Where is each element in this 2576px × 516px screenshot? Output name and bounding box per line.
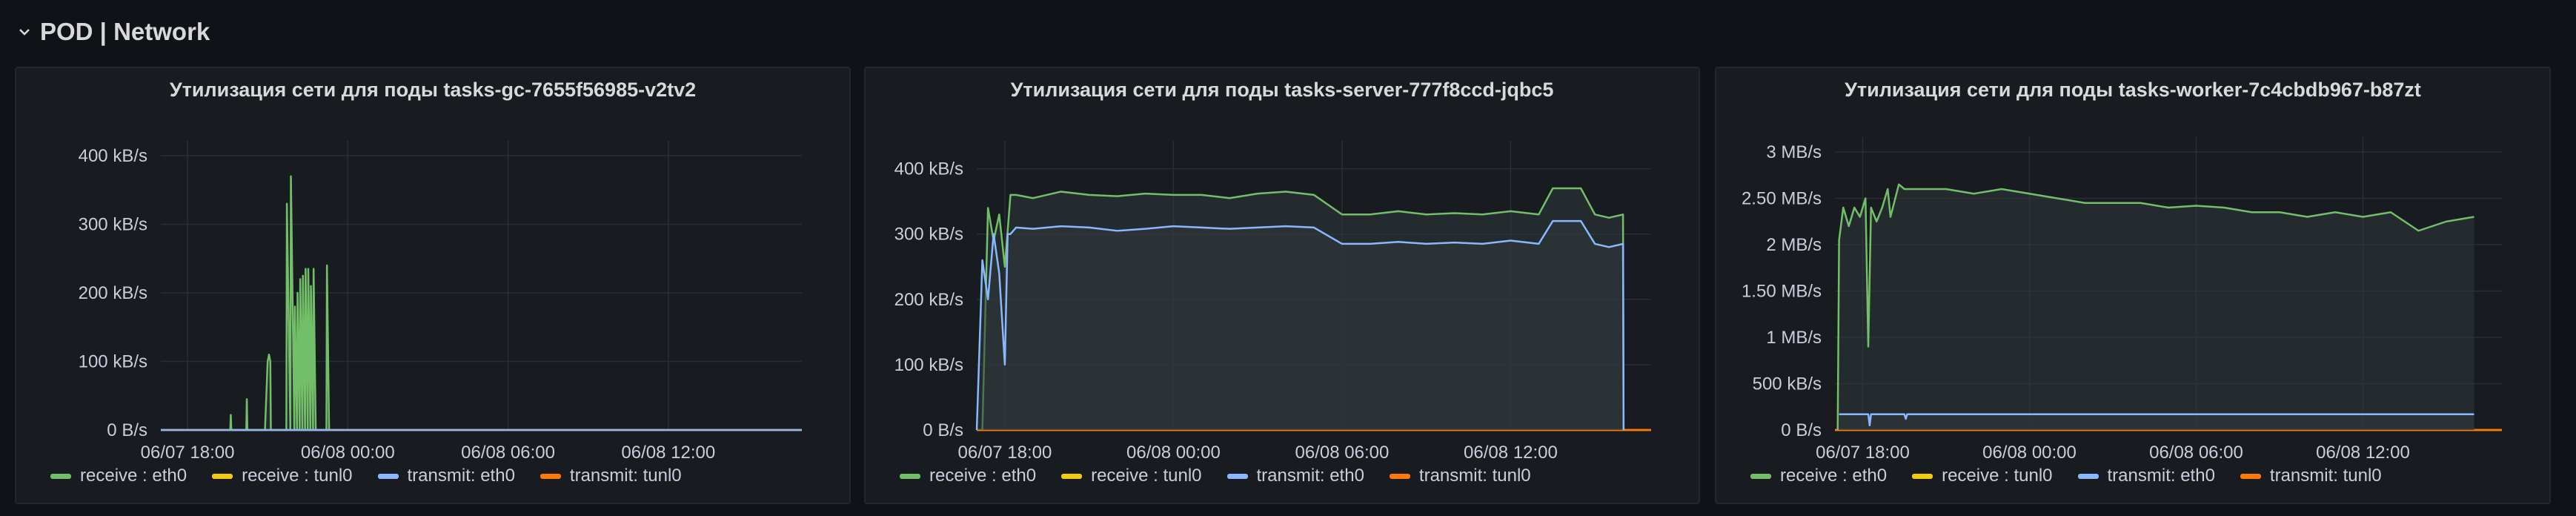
y-tick-label: 300 kB/s: [894, 225, 963, 245]
legend-item[interactable]: receive : eth0: [1750, 466, 1887, 486]
legend-label: receive : eth0: [80, 466, 187, 486]
legend: receive : eth0 receive : tunl0 transmit: e…: [50, 466, 682, 486]
legend-item[interactable]: transmit: eth0: [377, 466, 515, 486]
legend-swatch: [2077, 473, 2099, 479]
x-tick-label: 06/08 00:00: [301, 443, 395, 463]
chart-gc-network: 0 B/s 100 kB/s 200 kB/s 300 kB/s 400 kB/s 06/…: [79, 141, 802, 463]
legend-item[interactable]: transmit: tunl0: [540, 466, 682, 486]
y-tick-label: 200 kB/s: [79, 283, 147, 303]
legend-item[interactable]: transmit: tunl0: [2240, 466, 2382, 486]
legend-item[interactable]: receive : tunl0: [1912, 466, 2053, 486]
legend-label: transmit: tunl0: [569, 466, 682, 486]
chart-worker-network: 0 B/s 500 kB/s 1 MB/s 1.50 MB/s 2 MB/s 2.50 M…: [1742, 137, 2502, 463]
y-tick-label: 1 MB/s: [1766, 328, 1822, 348]
x-tick-label: 06/08 00:00: [1126, 443, 1221, 463]
legend-swatch: [1750, 473, 1771, 479]
legend-item[interactable]: receive : eth0: [50, 466, 187, 486]
legend-label: transmit: eth0: [2107, 466, 2215, 486]
y-tick-label: 1.50 MB/s: [1742, 282, 1822, 302]
x-tick-label: 06/07 18:00: [958, 443, 1052, 463]
legend-label: transmit: eth0: [1256, 466, 1364, 486]
legend-swatch: [50, 473, 71, 479]
legend-label: receive : tunl0: [1091, 466, 1202, 486]
legend-swatch: [1061, 473, 1083, 479]
legend-item[interactable]: transmit: tunl0: [1389, 466, 1531, 486]
x-tick-label: 06/07 18:00: [1816, 443, 1910, 463]
legend-item[interactable]: receive : tunl0: [1061, 466, 1202, 486]
y-tick-label: 300 kB/s: [79, 215, 147, 235]
legend-swatch: [1389, 473, 1410, 479]
legend-swatch: [1226, 473, 1248, 479]
legend-label: transmit: tunl0: [2269, 466, 2382, 486]
legend: receive : eth0 receive : tunl0 transmit: e…: [900, 466, 1531, 486]
series-area: [1839, 414, 2474, 430]
x-tick-label: 06/08 12:00: [2316, 443, 2410, 463]
x-tick-label: 06/08 06:00: [1295, 443, 1390, 463]
x-tick-label: 06/08 06:00: [2149, 443, 2243, 463]
y-tick-label: 500 kB/s: [1753, 374, 1822, 394]
chart-server-network: 0 B/s 100 kB/s 200 kB/s 300 kB/s 400 kB/s 06/…: [894, 141, 1651, 463]
x-tick-label: 06/07 18:00: [141, 443, 235, 463]
y-tick-label: 400 kB/s: [79, 146, 147, 166]
series-area: [977, 221, 1624, 430]
legend-label: receive : eth0: [929, 466, 1037, 486]
y-tick-label: 0 B/s: [923, 420, 963, 440]
legend-swatch: [212, 473, 233, 479]
legend-label: receive : eth0: [1780, 466, 1888, 486]
y-tick-label: 2.50 MB/s: [1742, 189, 1822, 209]
legend-item[interactable]: receive : eth0: [900, 466, 1036, 486]
y-tick-label: 400 kB/s: [894, 159, 963, 179]
legend-item[interactable]: transmit: eth0: [2077, 466, 2215, 486]
legend-label: transmit: eth0: [407, 466, 515, 486]
legend-swatch: [1912, 473, 1933, 479]
legend-label: receive : tunl0: [1942, 466, 2053, 486]
legend-swatch: [900, 473, 920, 479]
grid: [161, 141, 802, 431]
series-area: [1837, 184, 2474, 430]
y-tick-label: 200 kB/s: [894, 290, 963, 310]
y-tick-label: 100 kB/s: [79, 352, 147, 372]
panel-gc-network[interactable]: Утилизация сети для поды tasks-gc-7655f5…: [15, 67, 851, 504]
y-tick-label: 0 B/s: [1781, 420, 1822, 440]
legend-label: receive : tunl0: [242, 466, 353, 486]
legend: receive : eth0 receive : tunl0 transmit: e…: [1750, 466, 2382, 486]
legend-label: transmit: tunl0: [1418, 466, 1531, 486]
y-tick-label: 100 kB/s: [894, 355, 963, 375]
row-title: POD | Network: [40, 18, 210, 45]
x-tick-label: 06/08 00:00: [1982, 443, 2077, 463]
legend-item[interactable]: transmit: eth0: [1226, 466, 1364, 486]
legend-item[interactable]: receive : tunl0: [212, 466, 353, 486]
legend-swatch: [2240, 473, 2261, 479]
legend-swatch: [540, 473, 561, 479]
y-tick-label: 3 MB/s: [1766, 142, 1822, 162]
row-collapse-toggle[interactable]: POD | Network: [18, 13, 210, 50]
y-tick-label: 2 MB/s: [1766, 235, 1822, 255]
panel-server-network[interactable]: Утилизация сети для поды tasks-server-77…: [864, 67, 1700, 504]
x-tick-label: 06/08 12:00: [1464, 443, 1558, 463]
panel-worker-network[interactable]: Утилизация сети для поды tasks-worker-7c…: [1715, 67, 2551, 504]
x-tick-label: 06/08 12:00: [621, 443, 715, 463]
chevron-down-icon: [18, 25, 31, 39]
y-tick-label: 0 B/s: [107, 420, 147, 440]
legend-swatch: [377, 473, 399, 479]
x-tick-label: 06/08 06:00: [461, 443, 555, 463]
